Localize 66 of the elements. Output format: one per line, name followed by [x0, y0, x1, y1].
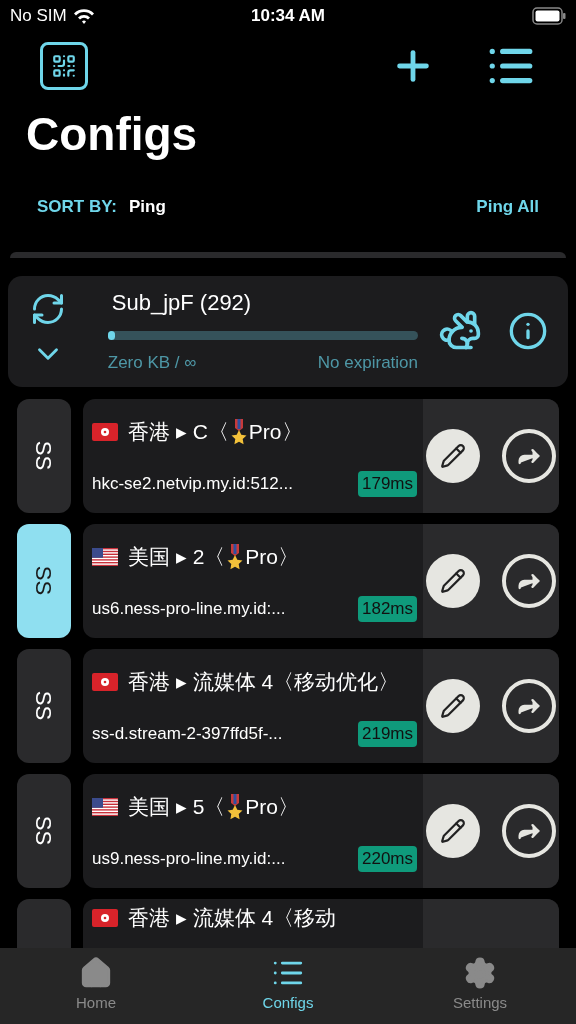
share-button[interactable] — [502, 678, 556, 733]
server-address: ss-d.stream-2-397ffd5f-... — [92, 723, 283, 745]
edit-button[interactable] — [426, 553, 480, 608]
pencil-icon — [440, 567, 466, 594]
info-button[interactable] — [508, 311, 548, 351]
tab-bar-item[interactable]: Home — [0, 948, 192, 1024]
config-name: 香港 ▸ 流媒体 4〈移动 — [128, 904, 337, 931]
flag-icon — [92, 908, 118, 927]
config-name: 美国 ▸ 5〈 — [128, 793, 226, 820]
carrier-text: No SIM — [10, 5, 67, 28]
tab-bar-item[interactable]: Settings — [384, 948, 576, 1024]
wifi-icon — [72, 8, 95, 24]
protocol-label: SS — [30, 815, 58, 846]
sort-label: SORT BY: — [37, 196, 117, 218]
protocol-label: SS — [30, 690, 58, 721]
protocol-tab[interactable]: SS — [17, 398, 71, 513]
page-title: Configs — [25, 107, 199, 162]
config-name: 香港 ▸ C〈 — [128, 418, 229, 445]
subscription-name: Sub_jpF (292) — [111, 289, 253, 318]
config-name-suffix: Pro〉 — [248, 418, 303, 445]
sort-dropdown[interactable]: Ping — [128, 194, 166, 220]
edit-button[interactable] — [426, 803, 480, 858]
config-name: 美国 ▸ 2〈 — [128, 543, 226, 570]
ping-badge: 179ms — [357, 471, 417, 497]
pencil-icon — [440, 817, 466, 844]
flag-icon — [92, 672, 118, 691]
server-address: us6.ness-pro-line.my.id:... — [92, 598, 286, 620]
config-name-suffix: Pro〉 — [245, 793, 300, 820]
edit-button[interactable] — [426, 428, 480, 483]
clock-text: 10:34 AM — [251, 5, 325, 28]
config-card[interactable]: 美国 ▸ 5〈 Pro〉 us9.ness-pro-line.my.id:... 220ms — [83, 773, 559, 888]
flag-icon — [92, 547, 118, 566]
config-card[interactable]: 香港 ▸ 流媒体 4〈移动 — [83, 898, 559, 948]
ping-badge: 220ms — [357, 846, 417, 872]
config-card[interactable]: 香港 ▸ C〈 Pro〉 hkc-se2.netvip.my.id:512... 179ms — [83, 398, 559, 513]
config-card[interactable]: 美国 ▸ 2〈 Pro〉 us6.ness-pro-line.my.id:... 182ms — [83, 523, 559, 638]
settings-icon — [463, 956, 497, 990]
pencil-icon — [440, 442, 466, 469]
info-icon — [508, 311, 548, 351]
ping-badge: 219ms — [357, 721, 417, 747]
qr-code-icon — [51, 53, 77, 79]
share-button[interactable] — [502, 803, 556, 858]
qr-scan-button[interactable] — [40, 42, 88, 90]
usage-text: Zero KB / ∞ — [107, 352, 197, 375]
flag-icon — [92, 797, 118, 816]
pencil-icon — [440, 692, 466, 719]
protocol-label: SS — [30, 565, 58, 596]
flag-icon — [92, 422, 118, 441]
tab-bar-item[interactable]: Configs — [192, 948, 384, 1024]
share-button[interactable] — [502, 428, 556, 483]
battery-icon — [532, 7, 566, 25]
protocol-tab[interactable]: SS — [17, 773, 71, 888]
config-name: 香港 ▸ 流媒体 4〈移动优化〉 — [128, 668, 400, 695]
config-name-suffix: Pro〉 — [245, 543, 300, 570]
protocol-label: SS — [30, 440, 58, 471]
server-address: us9.ness-pro-line.my.id:... — [92, 848, 286, 870]
share-button[interactable] — [502, 553, 556, 608]
ping-all-button[interactable]: Ping All — [476, 194, 539, 220]
server-address: hkc-se2.netvip.my.id:512... — [92, 473, 293, 495]
protocol-tab[interactable]: SS — [17, 523, 71, 638]
expiry-text: No expiration — [317, 352, 418, 375]
ping-badge: 182ms — [357, 596, 417, 622]
edit-button[interactable] — [426, 678, 480, 733]
protocol-tab[interactable]: SS — [17, 648, 71, 763]
config-card[interactable]: 香港 ▸ 流媒体 4〈移动优化〉 ss-d.stream-2-397ffd5f-... 219ms — [83, 648, 559, 763]
home-icon — [79, 956, 113, 990]
